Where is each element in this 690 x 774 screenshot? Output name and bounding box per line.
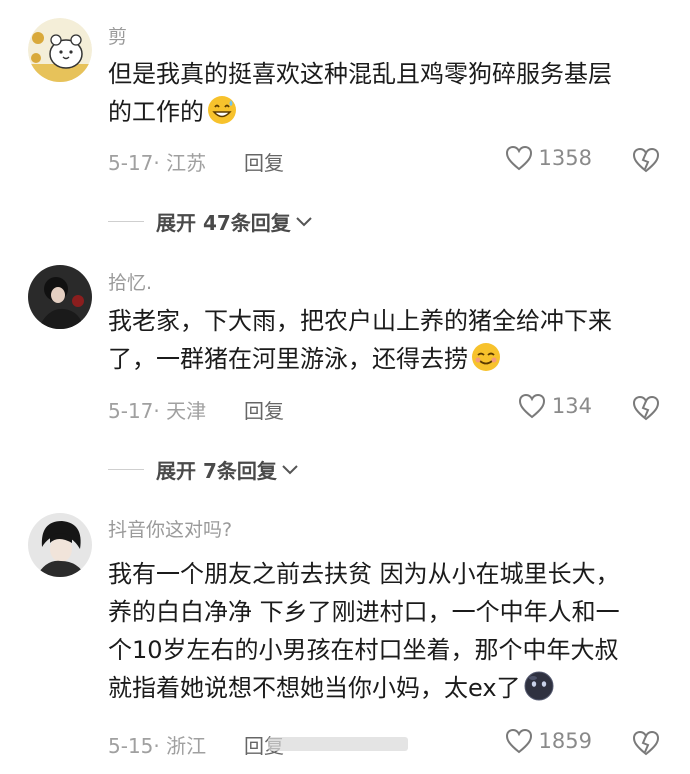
divider-line xyxy=(108,221,144,222)
broken-heart-icon[interactable] xyxy=(632,146,660,174)
grinning-sweat-emoji xyxy=(208,96,236,124)
comment-line: 但是我真的挺喜欢这种混乱且鸡零狗碎服务基层 xyxy=(108,60,612,88)
user-avatar[interactable] xyxy=(28,513,92,577)
expand-replies-button[interactable]: 展开 47条回复 xyxy=(108,207,313,236)
heart-icon xyxy=(518,393,545,419)
user-avatar[interactable] xyxy=(28,18,92,82)
avatar-image xyxy=(28,18,92,82)
comment-text: 我有一个朋友之前去扶贫 因为从小在城里长大， 养的白白净净 下乡了刚进村口，一个… xyxy=(108,555,668,707)
username[interactable]: 抖音你这对吗? xyxy=(108,515,232,542)
watermark-overlay xyxy=(268,737,408,751)
like-count: 134 xyxy=(551,394,592,418)
expand-replies-button[interactable]: 展开 7条回复 xyxy=(108,455,299,484)
like-count: 1859 xyxy=(538,729,592,753)
username[interactable]: 剪 xyxy=(108,22,127,49)
comment-line: 我老家，下大雨，把农户山上养的猪全给冲下来 xyxy=(108,307,612,335)
comment-meta: 5-15· 浙江 xyxy=(108,734,207,758)
avatar-image xyxy=(28,513,92,577)
user-avatar[interactable] xyxy=(28,265,92,329)
comment-line: 养的白白净净 下乡了刚进村口，一个中年人和一 xyxy=(108,598,620,626)
like-count: 1358 xyxy=(538,146,592,170)
comment-line-with-emoji: 的工作的 xyxy=(108,93,668,131)
chevron-down-icon xyxy=(282,464,298,474)
comment-line: 就指着她说想不想她当你小妈，太ex了 xyxy=(108,674,521,702)
comment-line: 了，一群猪在河里游泳，还得去捞 xyxy=(108,345,468,373)
username[interactable]: 拾忆. xyxy=(108,268,152,295)
expand-replies-label: 展开 7条回复 xyxy=(156,459,277,483)
comment-line-with-emoji: 就指着她说想不想她当你小妈，太ex了 xyxy=(108,669,668,707)
like-button[interactable]: 1358 xyxy=(505,145,592,171)
divider-line xyxy=(108,469,144,470)
reply-button[interactable]: 回复 xyxy=(244,395,284,424)
broken-heart-icon[interactable] xyxy=(632,394,660,422)
comment-text: 但是我真的挺喜欢这种混乱且鸡零狗碎服务基层 的工作的 xyxy=(108,55,668,131)
avatar-image xyxy=(28,265,92,329)
comment-line: 我有一个朋友之前去扶贫 因为从小在城里长大， xyxy=(108,560,620,588)
comment-line-with-emoji: 了，一群猪在河里游泳，还得去捞 xyxy=(108,340,668,378)
comment-meta: 5-17· 天津 xyxy=(108,399,207,423)
chevron-down-icon xyxy=(296,216,312,226)
comment-meta: 5-17· 江苏 xyxy=(108,151,207,175)
expand-replies-label: 展开 47条回复 xyxy=(156,211,291,235)
comment-line: 个10岁左右的小男孩在村口坐着，那个中年大叔 xyxy=(108,636,619,664)
broken-heart-icon[interactable] xyxy=(632,729,660,757)
reply-button[interactable]: 回复 xyxy=(244,147,284,176)
like-button[interactable]: 1859 xyxy=(505,728,592,754)
smiling-emoji xyxy=(472,343,500,371)
heart-icon xyxy=(505,728,532,754)
comment-text: 我老家，下大雨，把农户山上养的猪全给冲下来 了，一群猪在河里游泳，还得去捞 xyxy=(108,302,668,378)
heart-icon xyxy=(505,145,532,171)
comment-line: 的工作的 xyxy=(108,98,204,126)
like-button[interactable]: 134 xyxy=(518,393,592,419)
dark-face-emoji xyxy=(524,671,554,701)
